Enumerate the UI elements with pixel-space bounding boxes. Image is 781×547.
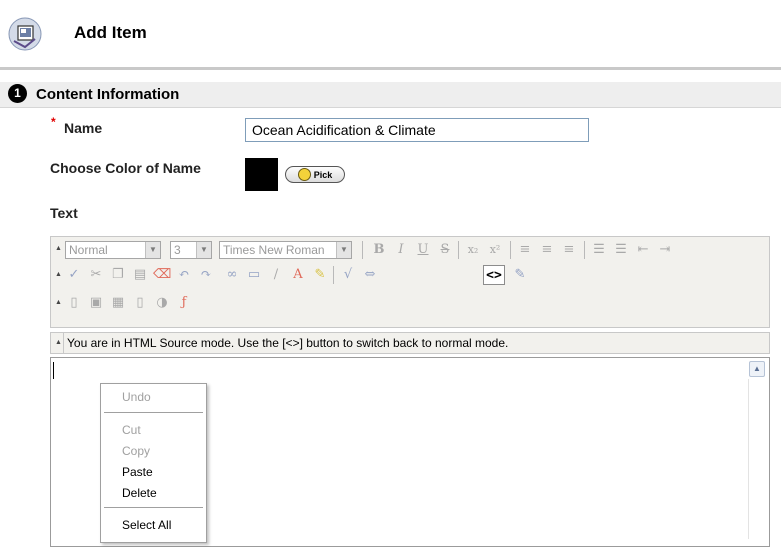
section-title: Content Information (36, 86, 180, 103)
name-label: Name (64, 120, 103, 136)
indent-icon[interactable]: ⇥ (656, 241, 674, 259)
status-divider (63, 333, 64, 353)
media-icon[interactable]: ⇔ (361, 266, 379, 284)
name-input[interactable] (245, 118, 589, 142)
menu-item-copy[interactable]: Copy (122, 444, 150, 458)
size-select[interactable]: 3 ▼ (170, 241, 212, 259)
align-center-icon[interactable]: ≡ (538, 241, 556, 259)
insert-media-icon[interactable]: ▦ (109, 294, 127, 312)
toolbar-separator (333, 266, 334, 284)
scrollbar-track[interactable] (748, 379, 749, 539)
redo-icon[interactable]: ↷ (197, 266, 215, 284)
bulleted-list-icon[interactable]: ☰ (612, 241, 630, 259)
font-select[interactable]: Times New Roman ▼ (219, 241, 352, 259)
math-formula-icon[interactable]: √ (339, 266, 357, 284)
text-caret (53, 362, 54, 379)
palette-icon (297, 168, 311, 181)
bold-icon[interactable]: B (370, 241, 388, 259)
pick-button-label: Pick (313, 169, 333, 180)
insert-image-icon[interactable]: ▣ (87, 294, 105, 312)
remove-format-icon[interactable]: ⌫ (153, 266, 171, 284)
step-number-badge: 1 (8, 84, 27, 103)
context-menu: Undo Cut Copy Paste Delete Select All (100, 383, 207, 543)
menu-item-delete[interactable]: Delete (122, 486, 157, 500)
align-right-icon[interactable]: ≡ (560, 241, 578, 259)
chevron-down-icon: ▼ (336, 242, 351, 258)
outdent-icon[interactable]: ⇤ (634, 241, 652, 259)
size-select-value: 3 (174, 243, 181, 257)
font-select-value: Times New Roman (223, 243, 325, 257)
cut-icon[interactable]: ✂ (87, 266, 105, 284)
chevron-down-icon: ▼ (196, 242, 211, 258)
insert-flash-icon[interactable]: ƒ (175, 294, 193, 312)
menu-item-paste[interactable]: Paste (122, 465, 153, 479)
strikethrough-icon[interactable]: S (436, 241, 454, 259)
toolbar-row-collapse-handle[interactable]: ▲ (55, 269, 62, 281)
menu-item-select-all[interactable]: Select All (122, 518, 171, 532)
align-left-icon[interactable]: ≡ (516, 241, 534, 259)
menu-item-undo[interactable]: Undo (122, 390, 151, 404)
required-marker: * (51, 115, 56, 129)
toolbar-separator (362, 241, 363, 259)
editor-toolbar: ▲ Normal ▼ 3 ▼ Times New Roman ▼ B I U S… (50, 236, 770, 328)
menu-separator (104, 412, 203, 413)
pick-color-button[interactable]: Pick (285, 166, 345, 183)
numbered-list-icon[interactable]: ☰ (590, 241, 608, 259)
status-collapse-handle[interactable]: ▲ (55, 337, 62, 349)
format-select[interactable]: Normal ▼ (65, 241, 161, 259)
toolbar-row-collapse-handle[interactable]: ▲ (55, 297, 62, 309)
insert-audio-icon[interactable]: ◑ (153, 294, 171, 312)
insert-document-icon[interactable]: ▯ (131, 294, 149, 312)
table-icon[interactable]: ▭ (245, 266, 263, 284)
header-divider (0, 67, 781, 70)
scroll-up-button[interactable]: ▲ (749, 361, 765, 377)
superscript-icon[interactable]: x² (486, 241, 504, 259)
html-source-toggle-button[interactable]: <> (483, 265, 505, 285)
link-icon[interactable]: ∞ (223, 266, 241, 284)
preview-icon[interactable]: ✎ (511, 266, 529, 284)
text-label: Text (50, 205, 78, 221)
chevron-down-icon: ▼ (145, 242, 160, 258)
underline-icon[interactable]: U (414, 241, 432, 259)
color-swatch (245, 158, 278, 191)
paste-icon[interactable]: ▤ (131, 266, 149, 284)
subscript-icon[interactable]: x₂ (464, 241, 482, 259)
menu-separator (104, 507, 203, 508)
horizontal-rule-icon[interactable]: ∕ (267, 266, 285, 284)
choose-color-label: Choose Color of Name (50, 160, 201, 176)
attach-file-icon[interactable]: ▯ (65, 294, 83, 312)
toolbar-separator (510, 241, 511, 259)
page-title: Add Item (74, 23, 147, 42)
spellcheck-icon[interactable]: ✓ (65, 266, 83, 284)
format-select-value: Normal (69, 243, 108, 257)
document-add-icon (8, 17, 42, 51)
text-color-icon[interactable]: A (289, 266, 307, 284)
menu-item-cut[interactable]: Cut (122, 423, 141, 437)
highlight-icon[interactable]: ✎ (311, 266, 329, 284)
undo-icon[interactable]: ↶ (175, 266, 193, 284)
toolbar-separator (584, 241, 585, 259)
copy-icon[interactable]: ❐ (109, 266, 127, 284)
italic-icon[interactable]: I (392, 241, 410, 259)
editor-status-bar: ▲ You are in HTML Source mode. Use the [… (50, 332, 770, 354)
toolbar-row-collapse-handle[interactable]: ▲ (55, 243, 62, 255)
status-message: You are in HTML Source mode. Use the [<>… (67, 336, 509, 350)
toolbar-separator (458, 241, 459, 259)
